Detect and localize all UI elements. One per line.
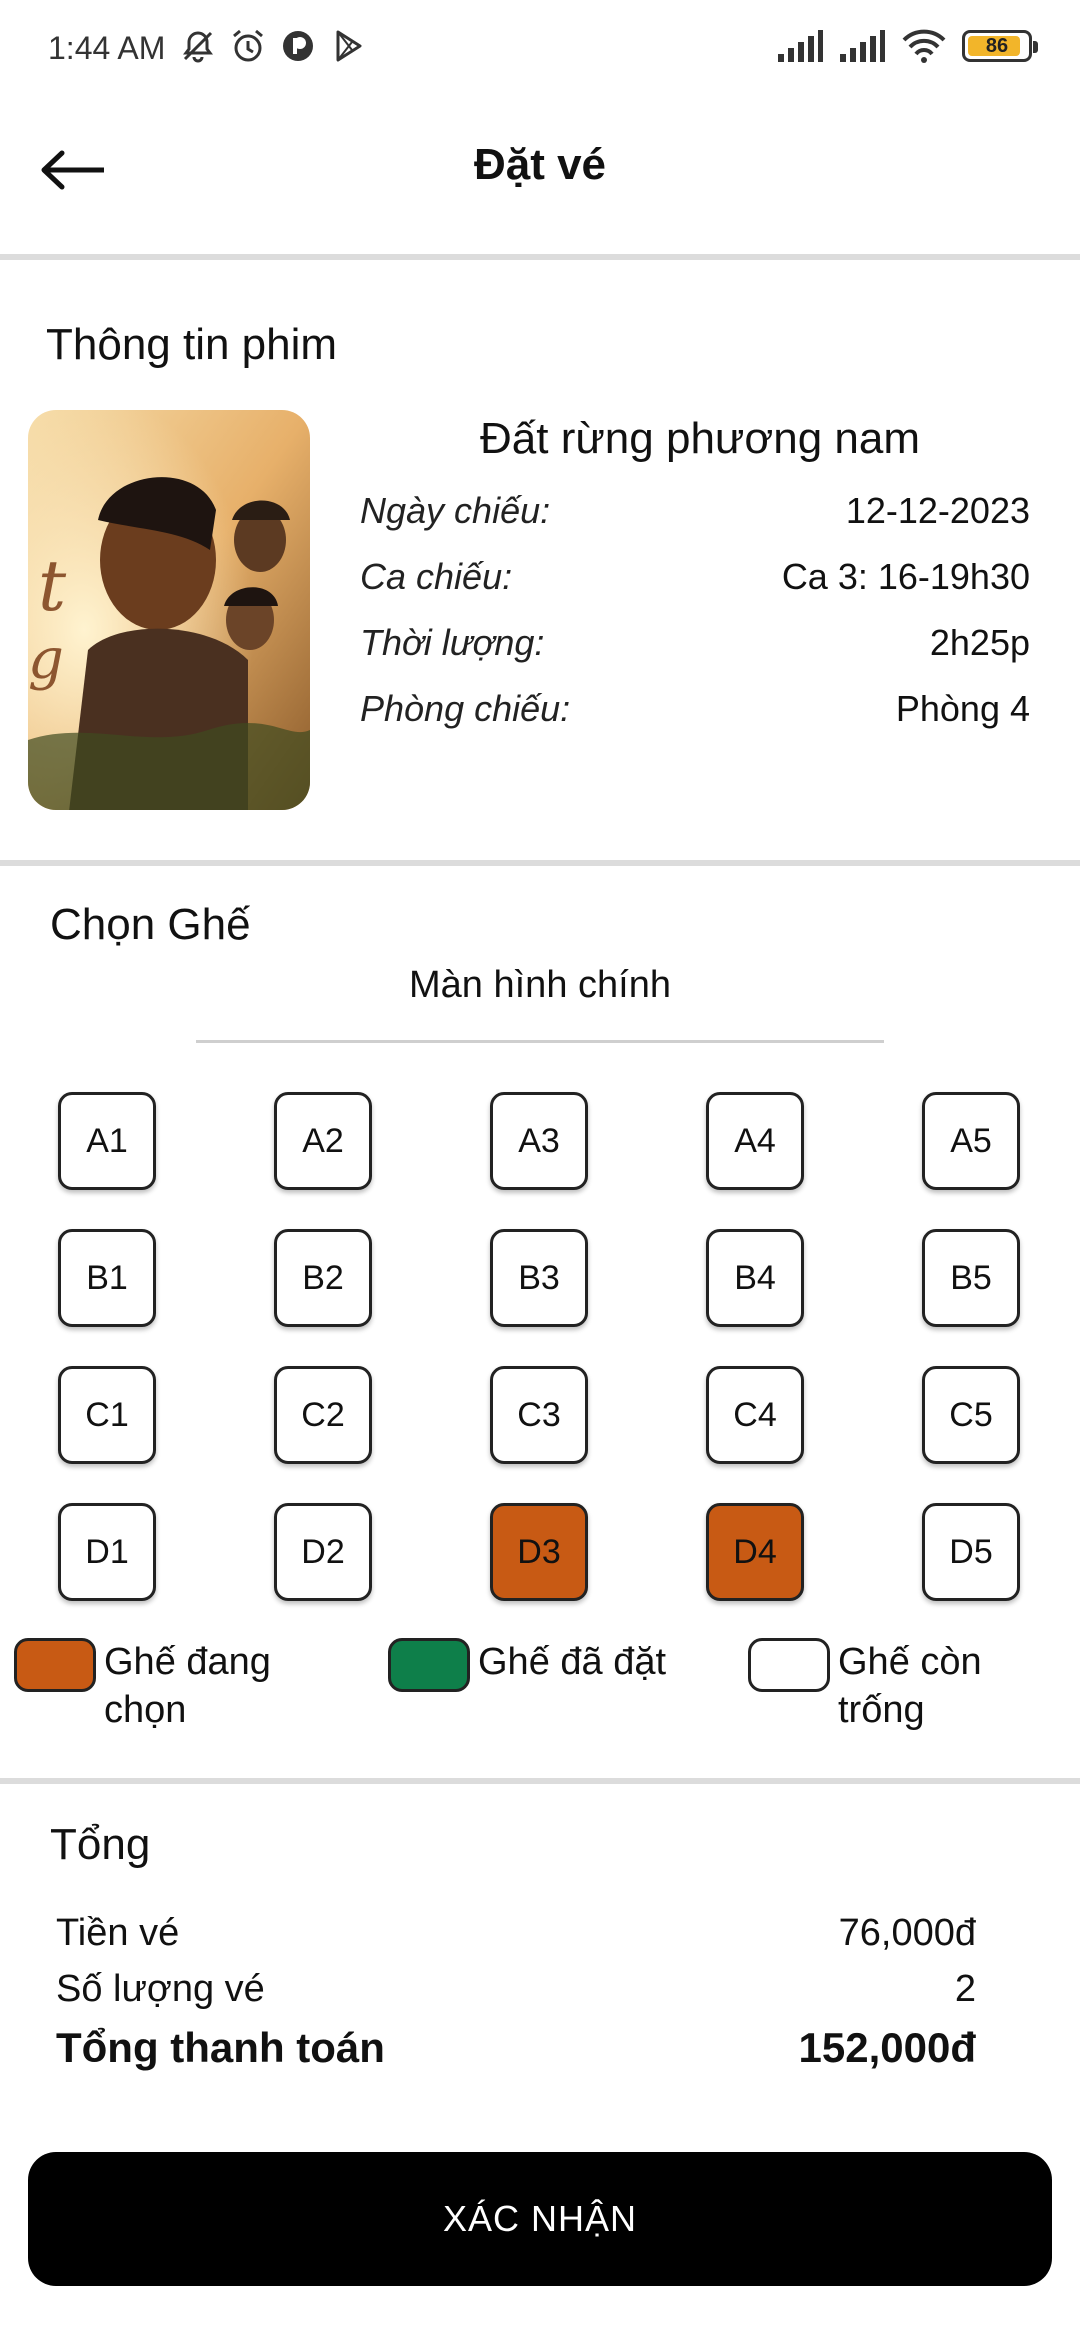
seat-d5[interactable]: D5	[922, 1503, 1020, 1601]
legend-label-line: Ghế còn	[838, 1641, 982, 1683]
svg-text:t: t	[38, 545, 67, 627]
info-value: 2h25p	[929, 622, 1030, 663]
seat-a3[interactable]: A3	[490, 1092, 588, 1190]
legend-label: Ghế đang chọn	[104, 1638, 271, 1734]
status-icons-right: 86	[776, 28, 1038, 64]
legend-label-line: Ghế đã đặt	[478, 1641, 667, 1683]
seat-b5[interactable]: B5	[922, 1229, 1020, 1327]
svg-text:g: g	[28, 627, 64, 692]
quantity-value: 2	[954, 1968, 976, 2010]
ticket-price-row: Tiền vé 76,000đ	[56, 1912, 976, 1955]
info-label: Thời lượng:	[360, 622, 545, 663]
alarm-icon	[233, 29, 263, 62]
seat-d3[interactable]: D3	[490, 1503, 588, 1601]
movie-name: Đất rừng phương nam	[480, 414, 920, 463]
info-label: Ngày chiếu:	[360, 490, 551, 531]
seat-a5[interactable]: A5	[922, 1092, 1020, 1190]
seat-a4[interactable]: A4	[706, 1092, 804, 1190]
legend-label: Ghế còn trống	[838, 1638, 982, 1734]
status-time: 1:44 AM	[48, 30, 166, 66]
seat-c1[interactable]: C1	[58, 1366, 156, 1464]
wifi-icon	[902, 29, 946, 63]
seat-c4[interactable]: C4	[706, 1366, 804, 1464]
seat-b3[interactable]: B3	[490, 1229, 588, 1327]
legend-label-line: Ghế đang	[104, 1641, 271, 1683]
info-row-date: Ngày chiếu: 12-12-2023	[360, 490, 1030, 532]
seat-d2[interactable]: D2	[274, 1503, 372, 1601]
app-header: Đặt vé	[0, 100, 1080, 260]
seat-b2[interactable]: B2	[274, 1229, 372, 1327]
app-icon	[283, 31, 313, 61]
seat-selection-section: Chọn Ghế Màn hình chính A1 A2 A3 A4 A5 B1 B2 B3…	[0, 872, 1080, 1784]
legend-swatch-booked	[388, 1638, 470, 1692]
status-icons-left	[180, 28, 366, 64]
seat-a2[interactable]: A2	[274, 1092, 372, 1190]
info-value: 12-12-2023	[845, 490, 1030, 531]
info-value: Ca 3: 16-19h30	[781, 556, 1030, 597]
quantity-label: Số lượng vé	[56, 1968, 265, 2010]
legend-label-line: chọn	[104, 1689, 187, 1731]
seat-a1[interactable]: A1	[58, 1092, 156, 1190]
summary-title: Tổng	[50, 1820, 151, 1869]
total-label: Tổng thanh toán	[56, 2024, 385, 2071]
status-bar: 1:44 AM 86	[0, 0, 1080, 100]
ticket-price-value: 76,000đ	[838, 1912, 976, 1954]
info-row-showtime: Ca chiếu: Ca 3: 16-19h30	[360, 556, 1030, 598]
info-row-room: Phòng chiếu: Phòng 4	[360, 688, 1030, 730]
screen-line	[196, 1040, 884, 1043]
seat-b4[interactable]: B4	[706, 1229, 804, 1327]
battery-icon: 86	[962, 30, 1038, 62]
signal-icon	[778, 30, 823, 62]
movie-info-title: Thông tin phim	[46, 320, 338, 369]
legend-label-line: trống	[838, 1689, 925, 1731]
legend-swatch-available	[748, 1638, 830, 1692]
legend-available: Ghế còn trống	[748, 1638, 982, 1734]
legend-swatch-selected	[14, 1638, 96, 1692]
poster-image: t g	[28, 410, 310, 810]
seat-c3[interactable]: C3	[490, 1366, 588, 1464]
total-value: 152,000đ	[798, 2024, 976, 2071]
info-label: Phòng chiếu:	[360, 688, 571, 729]
seat-c5[interactable]: C5	[922, 1366, 1020, 1464]
total-row: Tổng thanh toán 152,000đ	[56, 2024, 976, 2072]
seat-d4[interactable]: D4	[706, 1503, 804, 1601]
bell-off-icon	[183, 31, 213, 63]
ticket-price-label: Tiền vé	[56, 1912, 180, 1954]
battery-level: 86	[985, 34, 1009, 57]
info-value: Phòng 4	[895, 688, 1030, 729]
info-row-duration: Thời lượng: 2h25p	[360, 622, 1030, 664]
page-title: Đặt vé	[473, 140, 607, 189]
screen-label: Màn hình chính	[409, 964, 671, 1006]
seat-d1[interactable]: D1	[58, 1503, 156, 1601]
seat-section-title: Chọn Ghế	[50, 900, 251, 949]
seat-c2[interactable]: C2	[274, 1366, 372, 1464]
legend-selected: Ghế đang chọn	[14, 1638, 271, 1734]
info-label: Ca chiếu:	[360, 556, 513, 597]
play-store-icon	[336, 30, 362, 62]
signal-icon	[840, 30, 885, 62]
quantity-row: Số lượng vé 2	[56, 1968, 976, 2011]
movie-poster: t g	[28, 410, 310, 810]
summary-section: Tổng Tiền vé 76,000đ Số lượng vé 2 Tổng …	[0, 1790, 1080, 2340]
legend-booked: Ghế đã đặt	[388, 1638, 666, 1692]
movie-info-section: Thông tin phim t g Đất rừng phương nam N…	[0, 266, 1080, 866]
confirm-button[interactable]: XÁC NHẬN	[28, 2152, 1052, 2286]
seat-b1[interactable]: B1	[58, 1229, 156, 1327]
legend-label: Ghế đã đặt	[478, 1638, 666, 1692]
